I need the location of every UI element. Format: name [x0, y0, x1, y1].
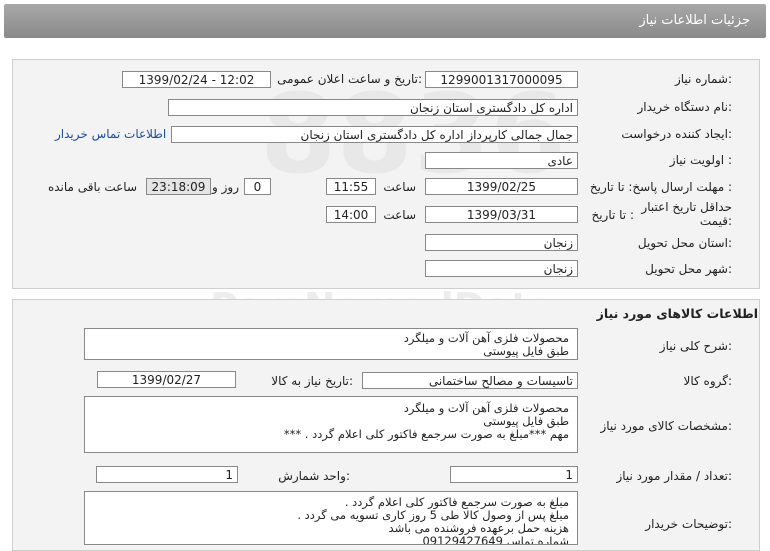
- reply-time-label: ساعت: [383, 180, 416, 194]
- need-info-panel: [12, 59, 760, 289]
- page-title: جزئیات اطلاعات نیاز: [639, 13, 750, 28]
- quantity-field[interactable]: 1: [450, 466, 578, 483]
- need-number-field[interactable]: 1299001317000095: [425, 71, 578, 88]
- page-header: جزئیات اطلاعات نیاز: [4, 4, 766, 38]
- priority-field[interactable]: عادی: [425, 152, 578, 169]
- creator-label: ایجاد کننده درخواست:: [621, 127, 732, 141]
- validity-label-line2: قیمت:: [699, 214, 732, 228]
- validity-time-field[interactable]: 14:00: [326, 206, 376, 223]
- validity-label: حداقل تاریخ اعتبار قیمت:: [641, 200, 732, 228]
- province-field[interactable]: زنجان: [425, 234, 578, 251]
- days-field[interactable]: 0: [244, 178, 271, 195]
- validity-time-label: ساعت: [383, 208, 416, 222]
- reply-time-field[interactable]: 11:55: [326, 178, 376, 195]
- validity-to-label: تا تاریخ :: [591, 208, 634, 222]
- reply-date-field[interactable]: 1399/02/25: [425, 178, 578, 195]
- validity-date-field[interactable]: 1399/03/31: [425, 206, 578, 223]
- buyer-label: نام دستگاه خریدار:: [637, 100, 733, 114]
- specs-line: مهم ***مبلغ به صورت سرجمع فاکتور کلی اعل…: [283, 427, 569, 441]
- creator-field[interactable]: جمال جمالی کارپرداز اداره کل دادگستری اس…: [171, 126, 578, 143]
- city-label: شهر محل تحویل:: [645, 262, 732, 276]
- unit-label: واحد شمارش:: [278, 469, 350, 483]
- priority-label: اولویت نیاز :: [669, 153, 732, 167]
- buyer-contact-link[interactable]: اطلاعات تماس خریدار: [55, 127, 166, 141]
- summary-field[interactable]: محصولات فلزی آهن آلات و میلگرد طبق فایل …: [84, 328, 578, 360]
- quantity-label: تعداد / مقدار مورد نیاز:: [616, 469, 732, 483]
- validity-label-line1: حداقل تاریخ اعتبار: [641, 200, 732, 214]
- goods-group-label: گروه کالا:: [683, 374, 733, 388]
- announce-field[interactable]: 1399/02/24 - 12:02: [122, 71, 271, 88]
- need-number-label: شماره نیاز:: [674, 72, 732, 86]
- announce-label: تاریخ و ساعت اعلان عمومی:: [277, 72, 422, 86]
- need-date-label: تاریخ نیاز به کالا:: [271, 374, 353, 388]
- unit-field[interactable]: 1: [96, 466, 238, 483]
- specs-label: مشخصات کالای مورد نیاز:: [600, 419, 732, 433]
- buyer-desc-label: توضیحات خریدار:: [645, 517, 732, 531]
- province-label: استان محل تحویل:: [637, 236, 732, 250]
- goods-section-title: اطلاعات کالاهای مورد نیاز: [596, 306, 758, 321]
- summary-label: شرح کلی نیاز:: [659, 339, 732, 353]
- goods-group-field[interactable]: تاسیسات و مصالح ساختمانی: [362, 372, 578, 389]
- buyer-desc-field[interactable]: مبلغ به صورت سرجمع فاکتور کلی اعلام گردد…: [84, 491, 578, 545]
- specs-field[interactable]: محصولات فلزی آهن آلات و میلگرد طبق فایل …: [84, 396, 578, 453]
- need-date-field[interactable]: 1399/02/27: [97, 371, 236, 388]
- city-field[interactable]: زنجان: [425, 260, 578, 277]
- buyer-field[interactable]: اداره کل دادگستری استان زنجان: [168, 99, 578, 116]
- summary-line: طبق فایل پیوستی: [483, 344, 569, 358]
- remaining-time-field: 23:18:09: [146, 178, 211, 195]
- remaining-label: ساعت باقی مانده: [47, 180, 137, 194]
- desc-line: شماره تماس 09129427649: [422, 534, 569, 545]
- days-label: روز و: [212, 180, 239, 194]
- reply-deadline-label: مهلت ارسال پاسخ: تا تاریخ :: [589, 180, 732, 194]
